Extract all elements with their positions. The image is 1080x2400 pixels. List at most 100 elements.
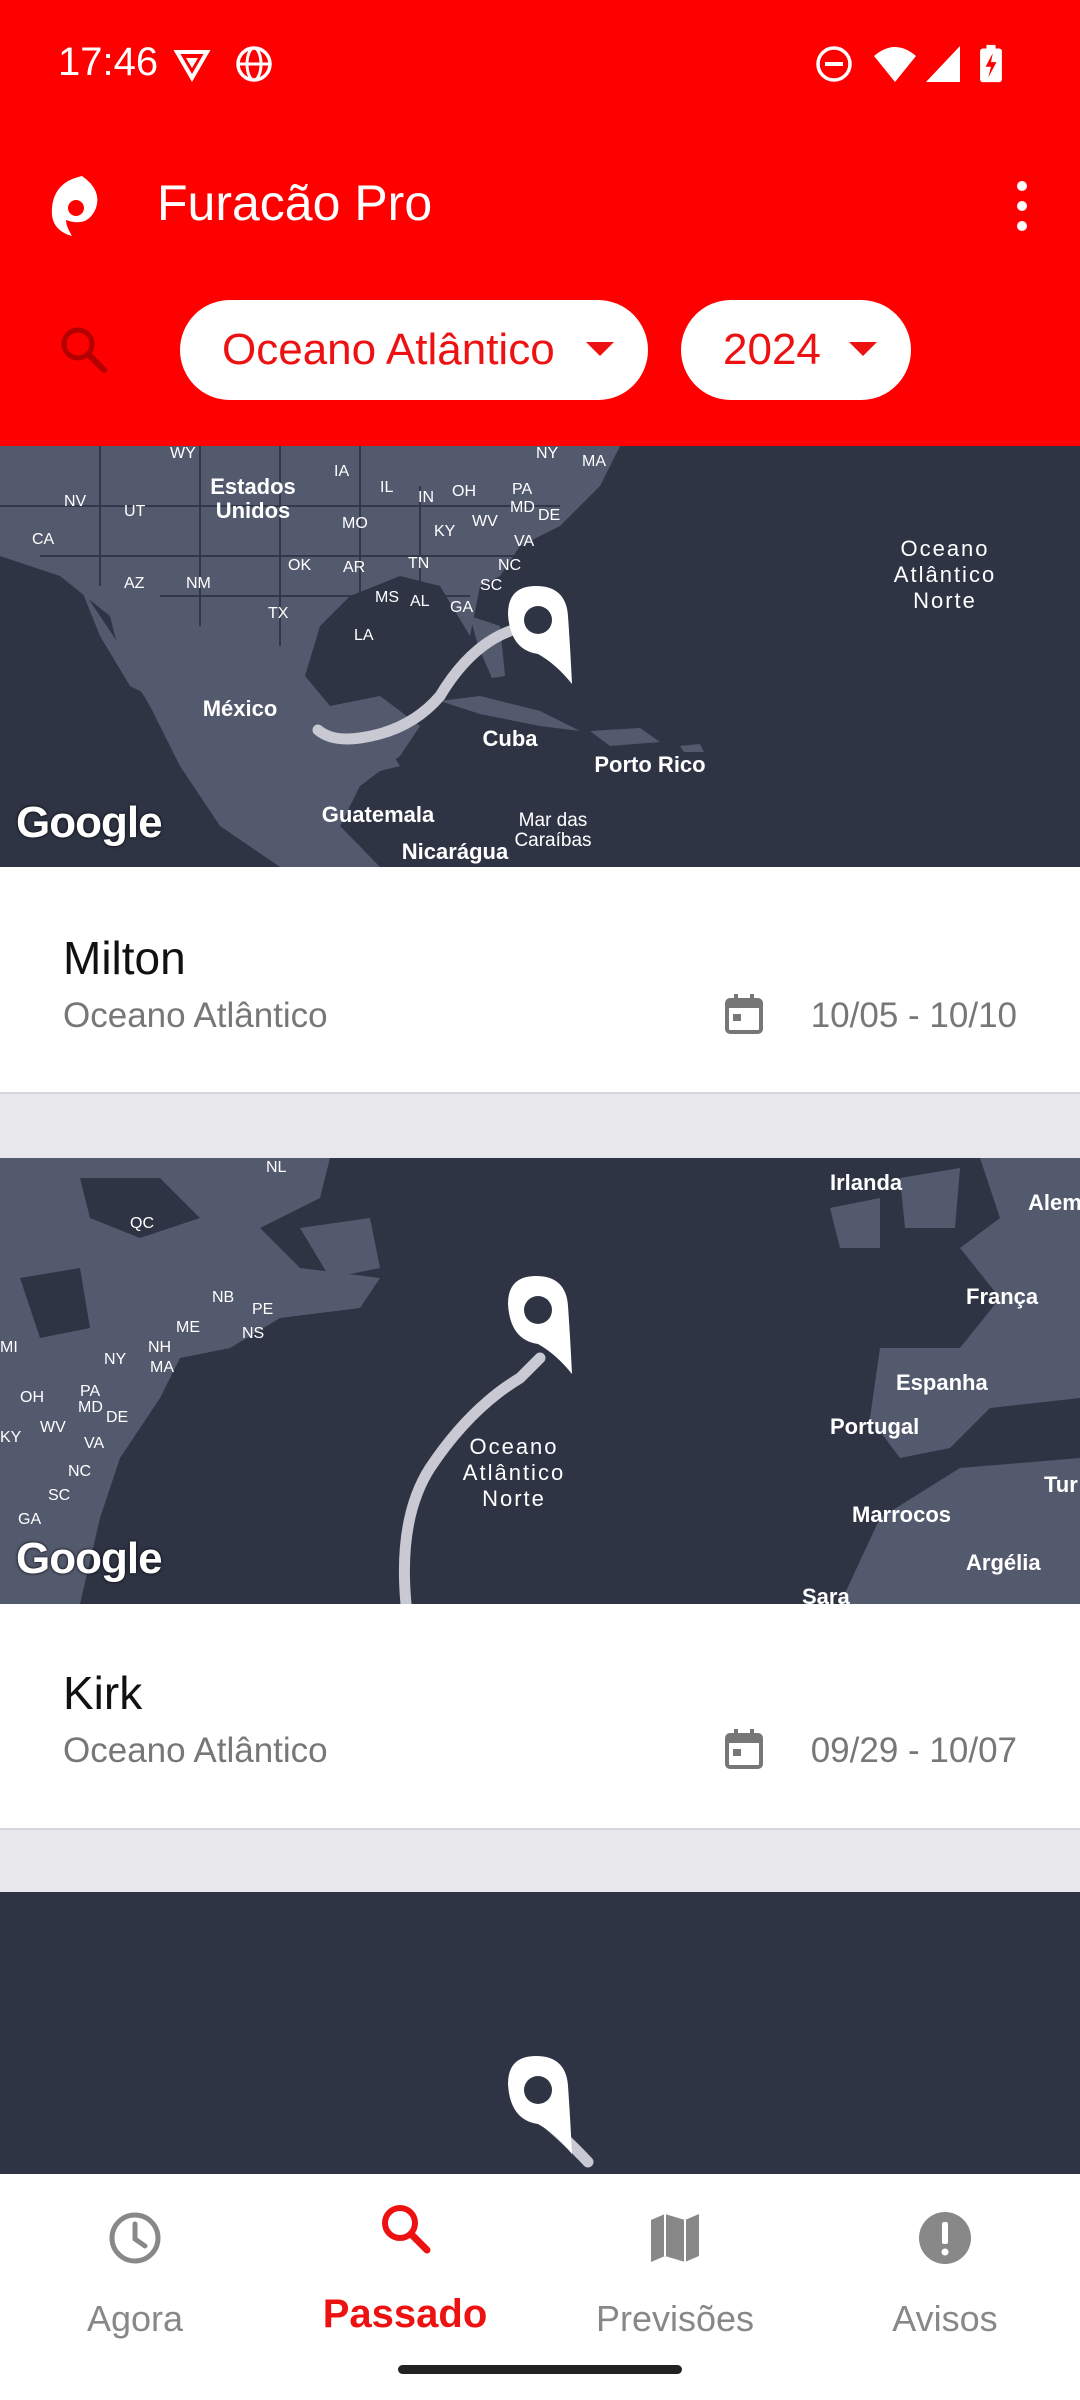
- storm-info-milton[interactable]: Milton Oceano Atlântico 10/05 - 10/10: [0, 867, 1080, 1094]
- nav-item-avisos[interactable]: Avisos: [810, 2194, 1080, 2354]
- storm-basin: Oceano Atlântico: [63, 1731, 328, 1770]
- gesture-handle[interactable]: [398, 2365, 682, 2374]
- svg-text:OH: OH: [20, 1389, 44, 1406]
- cell-signal-icon: [926, 46, 960, 82]
- svg-text:NC: NC: [68, 1463, 91, 1480]
- svg-text:Argélia: Argélia: [966, 1550, 1041, 1575]
- map-icon: [651, 2214, 699, 2262]
- year-filter-dropdown[interactable]: 2024: [681, 300, 911, 400]
- nav-label: Agora: [86, 2298, 184, 2339]
- storm-basin: Oceano Atlântico: [63, 996, 328, 1035]
- app-title: Furacão Pro: [157, 175, 433, 231]
- google-attribution: Google: [16, 798, 163, 847]
- svg-text:Norte: Norte: [482, 1486, 546, 1511]
- nav-item-agora[interactable]: Agora: [0, 2194, 270, 2354]
- svg-text:NC: NC: [498, 557, 521, 574]
- svg-text:WY: WY: [170, 446, 196, 462]
- svg-text:MO: MO: [342, 515, 368, 532]
- nav-item-previsoes[interactable]: Previsões: [540, 2194, 810, 2354]
- svg-text:Norte: Norte: [913, 588, 977, 613]
- svg-text:NY: NY: [536, 446, 559, 462]
- svg-text:NV: NV: [64, 493, 87, 510]
- svg-text:MA: MA: [150, 1359, 174, 1376]
- svg-text:WV: WV: [40, 1419, 66, 1436]
- status-bar: 17:46: [0, 0, 1080, 130]
- svg-text:IL: IL: [380, 479, 393, 496]
- svg-text:SC: SC: [48, 1487, 70, 1504]
- svg-text:VA: VA: [84, 1435, 104, 1452]
- storm-map-partial[interactable]: [0, 1892, 1080, 2174]
- svg-text:Oceano: Oceano: [900, 536, 989, 561]
- svg-text:OH: OH: [452, 483, 476, 500]
- nav-item-passado[interactable]: Passado: [270, 2194, 540, 2354]
- svg-text:Sara: Sara: [802, 1584, 850, 1604]
- svg-text:TN: TN: [408, 555, 429, 572]
- storm-map-milton[interactable]: Estados Unidos México Cuba Porto Rico Gu…: [0, 446, 1080, 867]
- svg-text:Nicarágua: Nicarágua: [402, 839, 509, 864]
- storm-dates: 09/29 - 10/07: [810, 1731, 1017, 1770]
- clock-icon: [109, 2212, 161, 2264]
- svg-text:IN: IN: [418, 489, 434, 506]
- nav-label: Passado: [322, 2292, 488, 2336]
- svg-text:Portugal: Portugal: [830, 1414, 919, 1439]
- hurricane-logo-icon: [51, 176, 98, 236]
- vpn-shield-icon: [173, 50, 211, 83]
- svg-text:NS: NS: [242, 1325, 264, 1342]
- more-options-icon[interactable]: [1004, 178, 1040, 234]
- svg-text:MD: MD: [510, 499, 535, 516]
- svg-text:Mar das: Mar das: [519, 810, 588, 831]
- svg-text:NL: NL: [266, 1159, 287, 1176]
- svg-text:PA: PA: [80, 1383, 100, 1400]
- search-icon: [382, 2205, 431, 2254]
- svg-text:França: França: [966, 1284, 1039, 1309]
- calendar-icon: [725, 1729, 763, 1769]
- basin-filter-dropdown[interactable]: Oceano Atlântico: [180, 300, 648, 400]
- wifi-icon: [874, 47, 916, 82]
- nav-label: Previsões: [595, 2298, 755, 2339]
- svg-text:SC: SC: [480, 577, 502, 594]
- globe-icon: [236, 46, 272, 82]
- svg-text:DE: DE: [538, 507, 560, 524]
- chevron-down-icon: [849, 342, 877, 356]
- storm-list[interactable]: Estados Unidos México Cuba Porto Rico Gu…: [0, 446, 1080, 2174]
- svg-text:AL: AL: [410, 593, 430, 610]
- svg-text:Porto Rico: Porto Rico: [594, 752, 705, 777]
- status-time: 17:46: [58, 40, 159, 84]
- svg-text:Tur: Tur: [1044, 1472, 1078, 1497]
- svg-text:Estados: Estados: [210, 474, 296, 499]
- svg-text:Caraíbas: Caraíbas: [514, 830, 591, 851]
- svg-text:Atlântico: Atlântico: [894, 562, 996, 587]
- svg-text:Marrocos: Marrocos: [852, 1502, 951, 1527]
- svg-text:LA: LA: [354, 627, 374, 644]
- map-image: Estados Unidos México Cuba Porto Rico Gu…: [0, 446, 1080, 867]
- search-icon[interactable]: [56, 322, 112, 378]
- svg-text:AZ: AZ: [124, 575, 145, 592]
- svg-text:Oceano: Oceano: [469, 1434, 558, 1459]
- svg-text:Irlanda: Irlanda: [830, 1170, 903, 1195]
- svg-text:UT: UT: [124, 503, 146, 520]
- svg-text:MS: MS: [375, 589, 399, 606]
- svg-text:GA: GA: [18, 1511, 41, 1528]
- storm-map-kirk[interactable]: Oceano Atlântico Norte Irlanda França Es…: [0, 1158, 1080, 1604]
- svg-text:OK: OK: [288, 557, 311, 574]
- svg-text:KY: KY: [434, 523, 456, 540]
- do-not-disturb-icon: [816, 46, 852, 82]
- google-attribution: Google: [16, 1534, 163, 1583]
- svg-text:MA: MA: [582, 453, 606, 470]
- svg-text:CA: CA: [32, 531, 55, 548]
- storm-dates: 10/05 - 10/10: [810, 996, 1017, 1035]
- svg-text:MD: MD: [78, 1399, 103, 1416]
- svg-text:México: México: [203, 696, 278, 721]
- map-image: Oceano Atlântico Norte Irlanda França Es…: [0, 1158, 1080, 1604]
- storm-info-kirk[interactable]: Kirk Oceano Atlântico 09/29 - 10/07: [0, 1604, 1080, 1830]
- svg-text:NY: NY: [104, 1351, 127, 1368]
- svg-text:KY: KY: [0, 1429, 22, 1446]
- svg-text:Unidos: Unidos: [216, 498, 291, 523]
- calendar-icon: [725, 994, 763, 1034]
- svg-text:Atlântico: Atlântico: [463, 1460, 565, 1485]
- svg-text:QC: QC: [130, 1215, 154, 1232]
- svg-text:Cuba: Cuba: [483, 726, 539, 751]
- svg-text:PA: PA: [512, 481, 532, 498]
- battery-charging-icon: [980, 44, 1002, 83]
- svg-text:IA: IA: [334, 463, 349, 480]
